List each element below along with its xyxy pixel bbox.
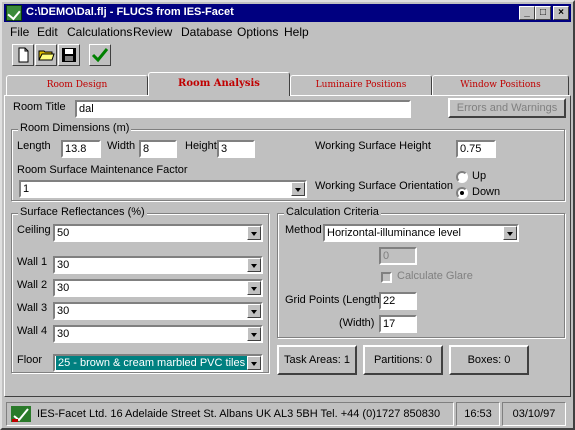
grid-width-field[interactable]: 17 (379, 315, 417, 333)
method-value: Horizontal-illuminance level (327, 227, 461, 239)
orientation-up-radio[interactable] (456, 171, 468, 183)
app-check-icon[interactable] (6, 5, 22, 21)
chevron-down-icon[interactable] (503, 226, 517, 240)
menu-calculations[interactable]: Calculations (67, 25, 132, 39)
wall2-label: Wall 2 (17, 279, 48, 291)
chevron-down-icon[interactable] (291, 182, 305, 196)
disabled-value-field: 0 (379, 247, 417, 265)
calculate-glare-checkbox (381, 272, 392, 283)
wall4-label: Wall 4 (17, 325, 48, 337)
calculate-glare-label: Calculate Glare (397, 270, 473, 282)
calculation-criteria-label: Calculation Criteria (284, 206, 381, 218)
method-label: Method (285, 224, 322, 236)
maintenance-factor-value: 1 (23, 183, 30, 195)
status-date: 03/10/97 (502, 402, 566, 426)
working-surface-height-label: Working Surface Height (315, 140, 431, 152)
wall1-select[interactable]: 30 (53, 256, 263, 274)
height-field[interactable]: 3 (217, 140, 255, 158)
grid-length-label: Grid Points (Length) (285, 294, 384, 306)
maximize-button[interactable]: □ (535, 6, 551, 20)
chevron-down-icon[interactable] (247, 304, 261, 318)
tab-strip: Room Design Room Analysis Luminaire Posi… (4, 72, 571, 96)
maintenance-factor-select[interactable]: 1 (19, 180, 307, 198)
open-folder-icon (38, 50, 55, 61)
new-button[interactable] (12, 44, 34, 66)
length-label: Length (17, 140, 51, 152)
wall3-select[interactable]: 30 (53, 302, 263, 320)
maintenance-factor-label: Room Surface Maintenance Factor (17, 164, 188, 176)
confirm-button[interactable] (89, 44, 111, 66)
tab-window-positions[interactable]: Window Positions (432, 75, 569, 95)
room-title-field[interactable]: dal (75, 100, 411, 118)
wall4-value: 30 (57, 328, 70, 340)
grid-width-label: (Width) (339, 317, 375, 329)
floor-select[interactable]: 25 - brown & cream marbled PVC tiles (53, 354, 263, 372)
wall2-value: 30 (57, 282, 70, 294)
status-time: 16:53 (456, 402, 500, 426)
status-bar: IES-Facet Ltd. 16 Adelaide Street St. Al… (4, 400, 571, 428)
menu-options[interactable]: Options (237, 25, 278, 39)
length-field[interactable]: 13.8 (61, 140, 101, 158)
orientation-label: Working Surface Orientation (315, 180, 453, 192)
checkmark-icon (91, 48, 109, 63)
room-title-label: Room Title (13, 101, 66, 113)
width-field[interactable]: 8 (139, 140, 177, 158)
close-button[interactable]: × (553, 6, 569, 20)
save-button[interactable] (58, 44, 80, 66)
boxes-button[interactable]: Boxes: 0 (449, 345, 529, 375)
menu-review[interactable]: Review (133, 25, 172, 39)
status-company-pane: IES-Facet Ltd. 16 Adelaide Street St. Al… (6, 402, 454, 426)
ceiling-value: 50 (57, 227, 70, 239)
window-title: C:\DEMO\Dal.flj - FLUCS from IES-Facet (26, 6, 234, 18)
tab-room-design[interactable]: Room Design (6, 75, 148, 95)
chevron-down-icon[interactable] (247, 281, 261, 295)
save-disk-icon (62, 48, 76, 62)
menu-database[interactable]: Database (181, 25, 232, 39)
wall1-label: Wall 1 (17, 256, 48, 268)
ceiling-select[interactable]: 50 (53, 224, 263, 242)
wall3-label: Wall 3 (17, 302, 48, 314)
width-label: Width (107, 140, 136, 152)
height-label: Height (185, 140, 217, 152)
floor-value: 25 - brown & cream marbled PVC tiles (56, 356, 248, 370)
status-company-text: IES-Facet Ltd. 16 Adelaide Street St. Al… (37, 408, 441, 420)
ceiling-label: Ceiling (17, 224, 51, 236)
wall2-select[interactable]: 30 (53, 279, 263, 297)
chevron-down-icon[interactable] (247, 258, 261, 272)
menu-edit[interactable]: Edit (37, 25, 58, 39)
errors-warnings-button[interactable]: Errors and Warnings (448, 98, 566, 118)
new-document-icon (18, 47, 29, 63)
menu-help[interactable]: Help (284, 25, 309, 39)
chevron-down-icon[interactable] (247, 327, 261, 341)
main-window: C:\DEMO\Dal.flj - FLUCS from IES-Facet _… (0, 0, 575, 430)
chevron-down-icon[interactable] (247, 356, 261, 370)
partitions-button[interactable]: Partitions: 0 (363, 345, 443, 375)
orientation-down-radio[interactable] (456, 187, 468, 199)
method-select[interactable]: Horizontal-illuminance level (323, 224, 519, 242)
ies-logo-icon (11, 406, 31, 422)
tab-room-analysis[interactable]: Room Analysis (148, 72, 290, 96)
surface-reflectances-label: Surface Reflectances (%) (18, 206, 147, 218)
room-analysis-panel: Room Title dal Errors and Warnings Room … (4, 95, 571, 397)
grid-length-field[interactable]: 22 (379, 292, 417, 310)
title-bar[interactable]: C:\DEMO\Dal.flj - FLUCS from IES-Facet _… (4, 4, 571, 22)
menu-bar: File Edit Calculations Review Database O… (4, 23, 571, 41)
menu-file[interactable]: File (10, 25, 29, 39)
chevron-down-icon[interactable] (247, 226, 261, 240)
working-surface-height-field[interactable]: 0.75 (456, 140, 496, 158)
wall1-value: 30 (57, 259, 70, 271)
orientation-down-label: Down (472, 186, 501, 198)
tab-luminaire-positions[interactable]: Luminaire Positions (290, 75, 432, 95)
orientation-up-label: Up (472, 170, 487, 182)
toolbar (4, 42, 571, 70)
wall4-select[interactable]: 30 (53, 325, 263, 343)
task-areas-button[interactable]: Task Areas: 1 (277, 345, 357, 375)
floor-label: Floor (17, 354, 43, 366)
wall3-value: 30 (57, 305, 70, 317)
open-button[interactable] (35, 44, 57, 66)
minimize-button[interactable]: _ (519, 6, 535, 20)
room-dimensions-label: Room Dimensions (m) (18, 122, 132, 134)
